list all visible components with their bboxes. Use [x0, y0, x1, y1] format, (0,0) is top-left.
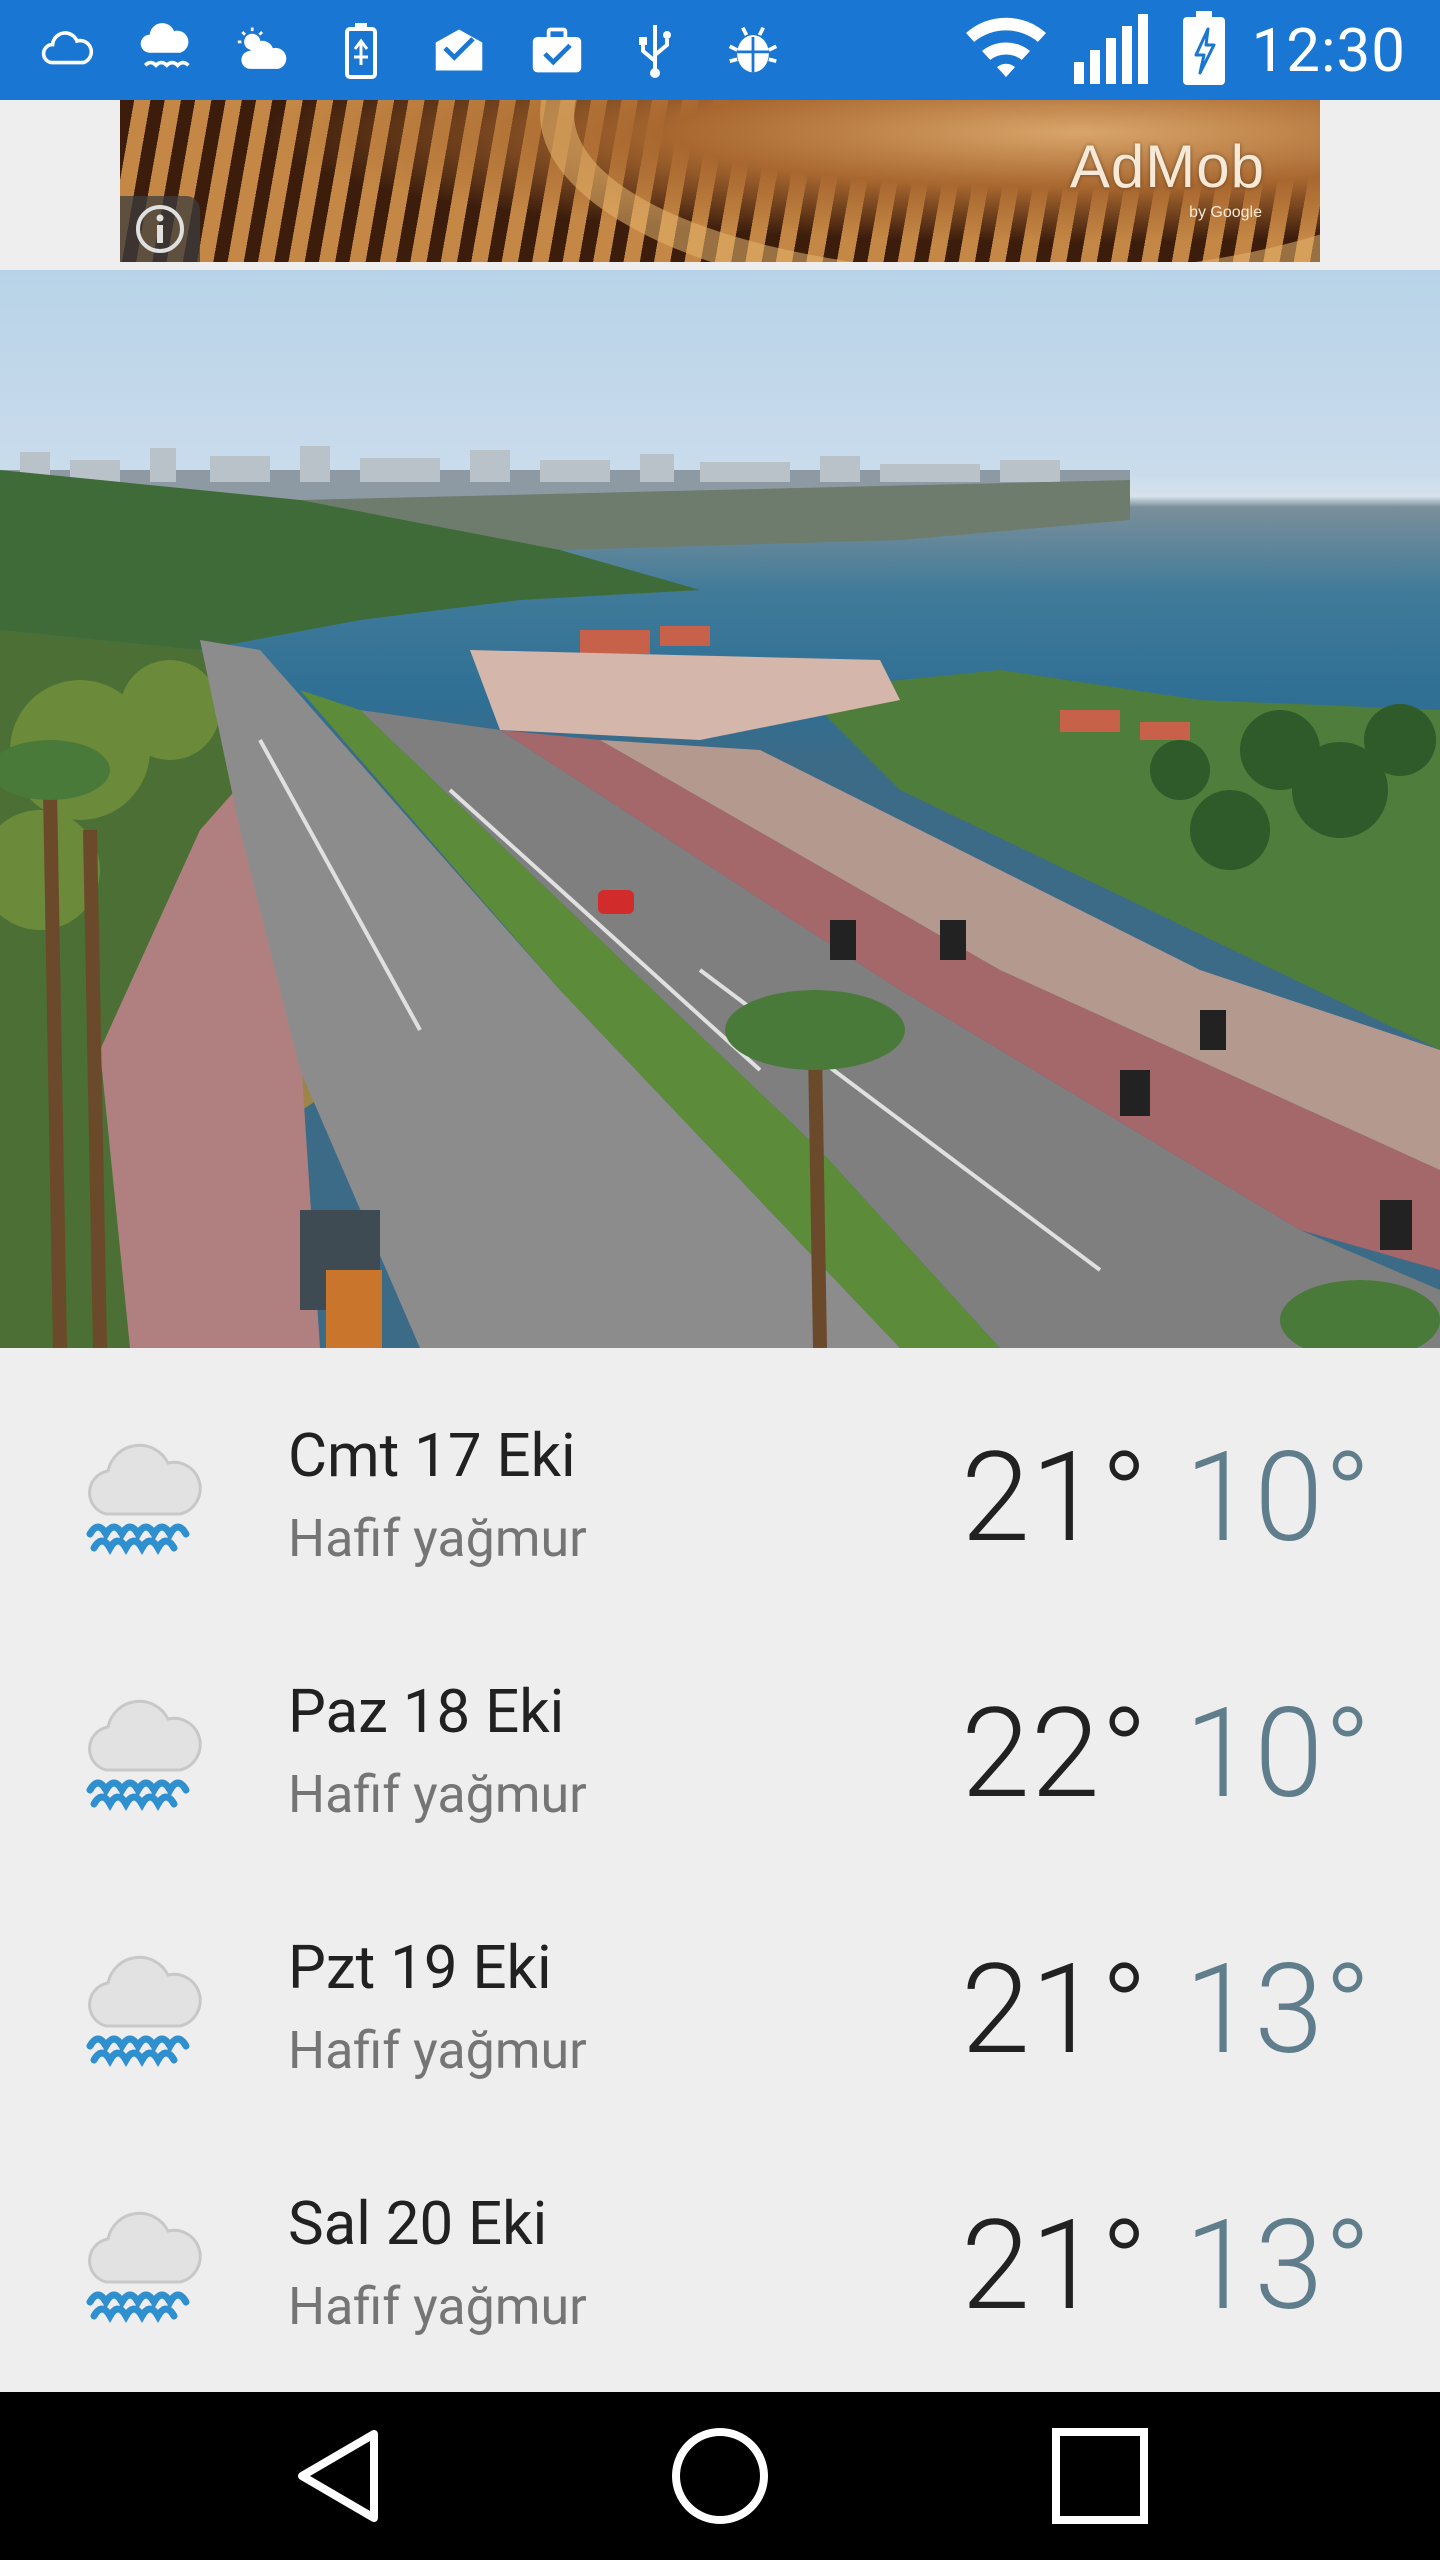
forecast-temps: 21° 10°	[961, 1426, 1372, 1571]
admob-sub-logo: by Google	[1189, 204, 1262, 221]
temp-high: 21°	[961, 1938, 1149, 2083]
ad-area: AdMob by Google	[0, 100, 1440, 270]
wifi-icon	[964, 15, 1048, 85]
clock: 12:30	[1251, 14, 1406, 86]
battery-charging-icon	[1180, 9, 1228, 91]
forecast-condition: Hafif yağmur	[288, 2020, 587, 2081]
forecast-row[interactable]: Cmt 17 Eki Hafif yağmur 21° 10°	[0, 1348, 1440, 1604]
forecast-temps: 21° 13°	[961, 2194, 1372, 2339]
home-button[interactable]	[660, 2426, 780, 2526]
home-circle-icon	[672, 2428, 768, 2524]
forecast-row[interactable]: Pzt 19 Eki Hafif yağmur 21° 13°	[0, 1860, 1440, 2116]
forecast-condition: Hafif yağmur	[288, 2276, 587, 2337]
forecast-condition: Hafif yağmur	[288, 1508, 587, 1569]
temp-low: 13°	[1184, 2194, 1372, 2339]
admob-logo: AdMob	[1069, 133, 1265, 200]
rain-cloud-icon	[138, 23, 192, 77]
forecast-temps: 21° 13°	[961, 1938, 1372, 2083]
cloud-icon	[40, 23, 94, 77]
light-rain-icon	[86, 1955, 202, 2068]
temp-high: 21°	[961, 2194, 1149, 2339]
forecast-row[interactable]: Paz 18 Eki Hafif yağmur 22° 10°	[0, 1604, 1440, 1860]
forecast-temps: 22° 10°	[961, 1682, 1372, 1827]
temp-low: 10°	[1184, 1426, 1372, 1571]
battery-usb-icon	[334, 23, 388, 79]
forecast-list: Cmt 17 Eki Hafif yağmur 21° 10° Paz 18 Ek…	[0, 1348, 1440, 2390]
usb-icon	[628, 23, 682, 78]
recents-button[interactable]	[1040, 2426, 1160, 2526]
recents-square-icon	[1052, 2428, 1148, 2524]
sun-cloud-icon	[236, 23, 290, 77]
ad-banner[interactable]: AdMob by Google	[120, 100, 1320, 262]
status-bar: 12:30	[0, 0, 1440, 100]
light-rain-icon	[86, 1443, 202, 1556]
info-icon	[136, 205, 184, 253]
location-photo	[0, 270, 1440, 1348]
forecast-day: Sal 20 Eki	[288, 2188, 548, 2259]
briefcase-check-icon	[530, 23, 584, 77]
navigation-bar	[0, 2392, 1440, 2560]
forecast-row[interactable]: Sal 20 Eki Hafif yağmur 21° 13°	[0, 2116, 1440, 2372]
back-button[interactable]	[280, 2426, 400, 2526]
forecast-condition: Hafif yağmur	[288, 1764, 587, 1825]
forecast-day: Cmt 17 Eki	[288, 1420, 576, 1491]
temp-high: 21°	[961, 1426, 1149, 1571]
forecast-day: Pzt 19 Eki	[288, 1932, 552, 2003]
temp-low: 10°	[1184, 1682, 1372, 1827]
system-icons: 12:30	[964, 0, 1406, 100]
signal-icon	[1072, 10, 1156, 90]
light-rain-icon	[86, 1699, 202, 1812]
forecast-day: Paz 18 Eki	[288, 1676, 565, 1747]
mail-check-icon	[432, 23, 486, 77]
android-debug-icon	[726, 23, 780, 77]
temp-high: 22°	[961, 1682, 1149, 1827]
light-rain-icon	[86, 2211, 202, 2324]
ad-info-button[interactable]	[120, 196, 200, 262]
notification-icons	[40, 0, 780, 100]
back-triangle-icon	[298, 2430, 378, 2522]
temp-low: 13°	[1184, 1938, 1372, 2083]
